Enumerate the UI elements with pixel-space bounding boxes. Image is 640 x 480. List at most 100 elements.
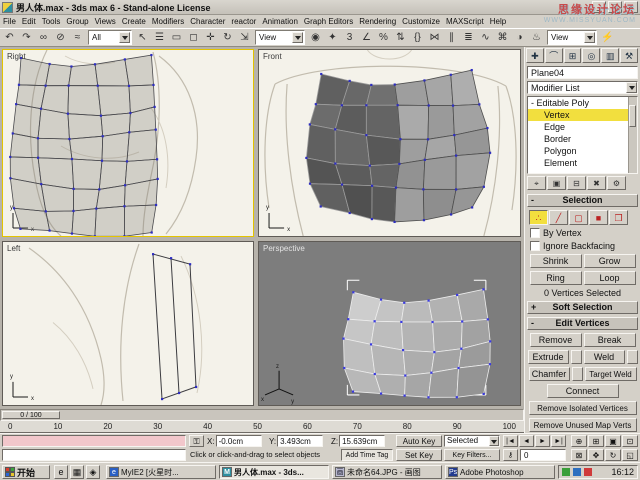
tray-volume-icon[interactable] [584,468,592,476]
render-type-dropdown[interactable]: View [547,30,597,45]
tray-ime-icon[interactable] [573,468,581,476]
maxscript-mini-listener-pink[interactable] [2,435,186,447]
tab-hierarchy[interactable]: ⊞ [564,48,582,63]
menu-item[interactable]: Rendering [356,15,399,28]
extrude-settings-button[interactable] [571,350,582,364]
scale-icon[interactable]: ⇲ [236,30,253,46]
undo-icon[interactable]: ↶ [1,30,18,46]
time-slider[interactable]: 0 / 100 [2,411,60,419]
media-player-icon[interactable]: ◈ [86,465,100,479]
chevron-down-icon[interactable] [119,32,130,43]
set-key-button[interactable]: Set Key [396,449,442,461]
zoom-extents-all-icon[interactable]: ⊡ [622,435,638,447]
modifier-list-dropdown[interactable]: Modifier List [527,81,638,94]
menu-item[interactable]: Help [487,15,509,28]
menu-item[interactable]: Character [187,15,228,28]
viewport-label[interactable]: Front [263,52,282,61]
menu-item[interactable]: Modifiers [149,15,187,28]
task-3dsmax[interactable]: M 男人体.max - 3ds... [219,465,329,479]
chevron-down-icon[interactable] [292,32,303,43]
weld-button[interactable]: Weld [584,350,625,364]
viewport-right[interactable]: xy Right [2,49,254,237]
viewport-label[interactable]: Left [7,244,20,253]
chevron-down-icon[interactable] [626,82,637,93]
zoom-extents-icon[interactable]: ▣ [605,435,621,447]
menu-item[interactable]: File [0,15,19,28]
track-bar[interactable]: 0102030405060708090100 [0,421,524,433]
show-end-result-icon[interactable]: ▣ [547,176,566,190]
zoom-icon[interactable]: ⊕ [571,435,587,447]
viewport-perspective[interactable]: xyz Perspective [258,241,521,406]
remove-button[interactable]: Remove [530,333,582,347]
key-selection-dropdown[interactable]: Selected [444,435,500,447]
key-mode-toggle[interactable]: ⚷ [503,449,518,461]
time-slider-track[interactable]: 0 / 100 [0,409,524,421]
grow-button[interactable]: Grow [584,254,636,268]
pivot-center-icon[interactable]: ◉ [307,30,324,46]
border-mode-button[interactable]: ▢ [569,210,588,225]
window-crossing-icon[interactable]: ◻ [185,30,202,46]
stack-item-polygon[interactable]: Polygon [528,145,637,157]
stack-expand-toggle[interactable]: - [531,98,534,108]
task-photoshop[interactable]: Ps Adobe Photoshop [445,465,555,479]
arc-rotate-icon[interactable]: ↻ [605,449,621,461]
task-myie2[interactable]: e MyIE2 [火星时... [106,465,216,479]
connect-button[interactable]: Connect [547,384,619,398]
target-weld-button[interactable]: Target Weld [585,367,637,381]
shrink-button[interactable]: Shrink [530,254,582,268]
viewport-left[interactable]: xy Left [2,241,254,406]
chamfer-settings-button[interactable] [572,367,583,381]
tab-display[interactable]: ▥ [601,48,619,63]
bind-spacewarp-icon[interactable]: ≈ [69,30,86,46]
stack-scrollbar[interactable] [628,97,637,173]
show-desktop-icon[interactable]: ▦ [70,465,84,479]
menu-item[interactable]: Customize [399,15,443,28]
key-filters-button[interactable]: Key Filters... [444,449,500,461]
redo-icon[interactable]: ↷ [18,30,35,46]
polygon-mode-button[interactable]: ■ [589,210,608,225]
curve-editor-icon[interactable]: ∿ [477,30,494,46]
ring-button[interactable]: Ring [530,271,582,285]
by-vertex-checkbox[interactable] [530,228,540,238]
maxscript-mini-listener-white[interactable] [2,449,186,461]
stack-item-element[interactable]: Element [528,157,637,169]
break-button[interactable]: Break [584,333,636,347]
selection-rollout-header[interactable]: - Selection [527,194,638,207]
z-coordinate-field[interactable]: 15.639cm [339,435,385,447]
stack-item-edge[interactable]: Edge [528,121,637,133]
object-name-field[interactable]: Plane04 [527,66,638,79]
rotate-icon[interactable]: ↻ [219,30,236,46]
chevron-down-icon[interactable] [489,436,499,446]
material-editor-icon[interactable]: ◑ [511,30,528,46]
go-end-button[interactable]: ►| [551,435,566,447]
min-max-toggle-icon[interactable]: ◱ [622,449,638,461]
remove-unused-map-verts-button[interactable]: Remove Unused Map Verts [529,418,637,432]
tab-create[interactable]: ✚ [526,48,544,63]
stack-item-editable-poly[interactable]: - Editable Poly [528,97,637,109]
unlink-icon[interactable]: ⊘ [52,30,69,46]
current-frame-field[interactable]: 0 [520,449,566,461]
pin-stack-icon[interactable]: ⌖ [527,176,546,190]
region-rect-icon[interactable]: ▭ [168,30,185,46]
viewport-front[interactable]: xy Front [258,49,521,237]
percent-snap-icon[interactable]: % [375,30,392,46]
select-by-name-icon[interactable]: ☰ [151,30,168,46]
mirror-icon[interactable]: ⋈ [426,30,443,46]
collapse-icon[interactable]: - [531,195,534,206]
menu-item[interactable]: Group [63,15,91,28]
viewport-label[interactable]: Perspective [263,244,305,253]
select-icon[interactable]: ↖ [134,30,151,46]
edge-mode-button[interactable]: ╱ [549,210,568,225]
y-coordinate-field[interactable]: 3.493cm [277,435,323,447]
chamfer-button[interactable]: Chamfer [529,367,570,381]
tab-utilities[interactable]: ⚒ [620,48,638,63]
render-scene-icon[interactable]: ♨ [528,30,545,46]
zoom-all-icon[interactable]: ⊞ [588,435,604,447]
element-mode-button[interactable]: ❒ [609,210,628,225]
pan-icon[interactable]: ✥ [588,449,604,461]
menu-item[interactable]: Create [119,15,149,28]
vertex-mode-button[interactable]: ∴ [529,210,548,225]
add-time-tag[interactable]: Add Time Tag [341,449,393,461]
make-unique-icon[interactable]: ⊟ [567,176,586,190]
remove-isolated-vertices-button[interactable]: Remove Isolated Vertices [529,401,637,415]
